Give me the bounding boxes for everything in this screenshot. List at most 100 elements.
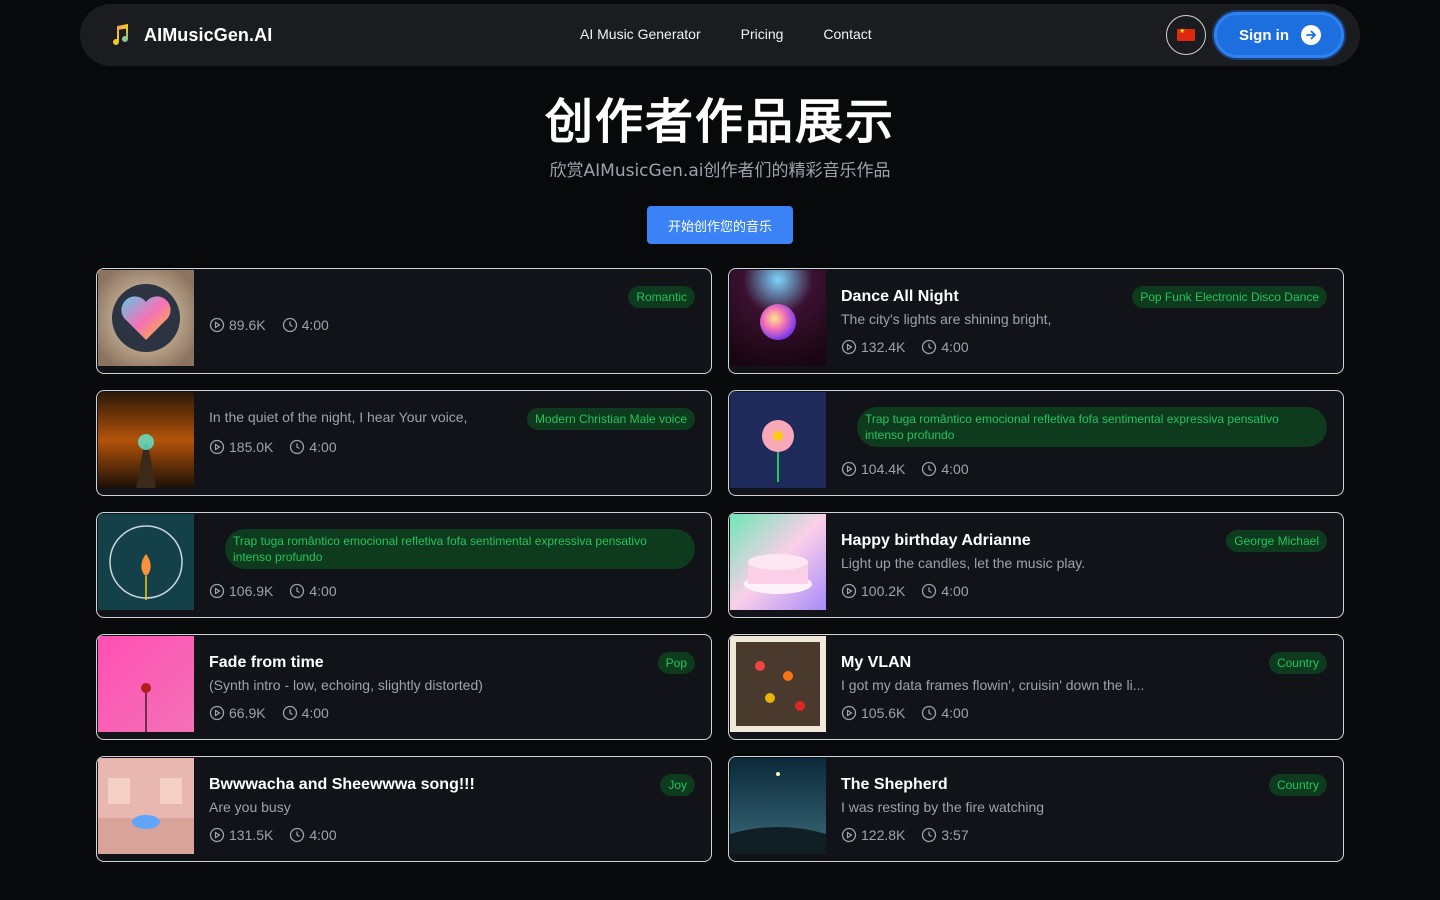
song-lyrics: Are you busy [209, 799, 291, 815]
song-card[interactable]: Dance All Night The city's lights are sh… [728, 268, 1344, 374]
clock-icon [282, 317, 297, 333]
start-creating-button[interactable]: 开始创作您的音乐 [647, 206, 793, 244]
song-card[interactable]: Romantic 89.6K 4:00 [96, 268, 712, 374]
song-title: Fade from time [209, 654, 324, 671]
arrow-right-icon [1301, 25, 1321, 45]
duration: 4:00 [941, 461, 969, 477]
page-subtitle: 欣赏AIMusicGen.ai创作者们的精彩音乐作品 [549, 161, 891, 181]
music-note-icon [113, 24, 129, 46]
play-count-icon [841, 461, 857, 477]
genre-tag: Joy [660, 774, 695, 796]
genre-tag: George Michael [1226, 530, 1327, 552]
showcase-grid: Romantic 89.6K 4:00 Dance All Night The … [96, 268, 1344, 862]
duration: 4:00 [309, 583, 337, 599]
song-card[interactable]: Fade from time (Synth intro - low, echoi… [96, 634, 712, 740]
play-count: 100.2K [861, 583, 906, 599]
song-title: The Shepherd [841, 776, 948, 793]
cover-art-image [730, 636, 826, 732]
card-body: Happy birthday Adrianne Light up the can… [841, 513, 1327, 617]
duration: 4:00 [941, 339, 969, 355]
language-switch-button[interactable] [1166, 15, 1206, 55]
song-title: Bwwwacha and Sheewwwa song!!! [209, 776, 475, 793]
song-title: Dance All Night [841, 288, 959, 305]
genre-tag: Trap tuga romântico emocional refletiva … [857, 407, 1327, 447]
play-count: 89.6K [229, 317, 266, 333]
duration: 4:00 [301, 317, 329, 333]
brand-logo-link[interactable]: AIMusicGen.AI [108, 23, 272, 47]
card-body: Bwwwacha and Sheewwwa song!!! Are you bu… [209, 757, 695, 861]
card-stats: 89.6K 4:00 [209, 317, 329, 333]
china-flag-icon [1177, 27, 1195, 41]
cover-art-image [730, 758, 826, 854]
clock-icon [282, 705, 297, 721]
cover-art-image [98, 392, 194, 488]
play-count-icon [209, 439, 225, 455]
genre-tag: Trap tuga romântico emocional refletiva … [225, 529, 695, 569]
song-title: Happy birthday Adrianne [841, 532, 1031, 549]
play-count-icon [209, 705, 225, 721]
clock-icon [290, 439, 305, 455]
clock-icon [922, 827, 937, 843]
page-title: 创作者作品展示 [544, 94, 895, 150]
song-title: My VLAN [841, 654, 912, 671]
card-body: Fade from time (Synth intro - low, echoi… [209, 635, 695, 739]
card-stats: 132.4K 4:00 [841, 339, 969, 355]
card-stats: 104.4K 4:00 [841, 461, 969, 477]
song-card[interactable]: My VLAN I got my data frames flowin', cr… [728, 634, 1344, 740]
card-stats: 131.5K 4:00 [209, 827, 337, 843]
nav-ai-music-generator[interactable]: AI Music Generator [580, 26, 701, 42]
play-count: 132.4K [861, 339, 906, 355]
song-card[interactable]: Trap tuga romântico emocional refletiva … [728, 390, 1344, 496]
song-lyrics: The city's lights are shining bright, [841, 311, 1052, 327]
song-card[interactable]: In the quiet of the night, I hear Your v… [96, 390, 712, 496]
clock-icon [290, 583, 305, 599]
genre-tag: Country [1268, 774, 1327, 796]
song-lyrics: I was resting by the fire watching [841, 799, 1045, 815]
play-count-icon [209, 317, 225, 333]
sign-in-button[interactable]: Sign in [1214, 12, 1344, 58]
clock-icon [922, 583, 937, 599]
genre-tag: Modern Christian Male voice [526, 408, 695, 430]
card-body: Romantic 89.6K 4:00 [209, 269, 695, 373]
top-navbar: AIMusicGen.AI AI Music Generator Pricing… [80, 4, 1360, 66]
play-count: 104.4K [861, 461, 906, 477]
cover-art-image [730, 270, 826, 366]
card-stats: 106.9K 4:00 [209, 583, 337, 599]
duration: 4:00 [941, 583, 969, 599]
card-stats: 100.2K 4:00 [841, 583, 969, 599]
nav-contact[interactable]: Contact [823, 26, 871, 42]
play-count: 106.9K [229, 583, 274, 599]
play-count: 131.5K [229, 827, 274, 843]
genre-tag: Country [1268, 652, 1327, 674]
song-card[interactable]: Bwwwacha and Sheewwwa song!!! Are you bu… [96, 756, 712, 862]
song-card[interactable]: Trap tuga romântico emocional refletiva … [96, 512, 712, 618]
play-count: 122.8K [861, 827, 906, 843]
song-card[interactable]: The Shepherd I was resting by the fire w… [728, 756, 1344, 862]
song-lyrics: In the quiet of the night, I hear Your v… [209, 409, 468, 425]
play-count: 66.9K [229, 705, 266, 721]
play-count-icon [841, 827, 857, 843]
cover-art-image [98, 636, 194, 732]
cover-art-image [98, 758, 194, 854]
main-nav: AI Music Generator Pricing Contact [580, 26, 872, 42]
song-lyrics: Light up the candles, let the music play… [841, 555, 1086, 571]
card-body: Trap tuga romântico emocional refletiva … [209, 513, 695, 617]
genre-tag: Pop [657, 652, 695, 674]
sign-in-label: Sign in [1239, 26, 1289, 44]
play-count-icon [841, 339, 857, 355]
duration: 4:00 [309, 439, 337, 455]
card-stats: 122.8K 3:57 [841, 827, 969, 843]
genre-tag: Pop Funk Electronic Disco Dance [1132, 286, 1327, 308]
nav-pricing[interactable]: Pricing [741, 26, 784, 42]
clock-icon [922, 339, 937, 355]
card-body: My VLAN I got my data frames flowin', cr… [841, 635, 1327, 739]
clock-icon [922, 461, 937, 477]
song-card[interactable]: Happy birthday Adrianne Light up the can… [728, 512, 1344, 618]
card-body: The Shepherd I was resting by the fire w… [841, 757, 1327, 861]
card-stats: 185.0K 4:00 [209, 439, 337, 455]
play-count: 105.6K [861, 705, 906, 721]
cover-art-image [730, 514, 826, 610]
duration: 4:00 [309, 827, 337, 843]
card-body: In the quiet of the night, I hear Your v… [209, 391, 695, 495]
cover-art-image [730, 392, 826, 488]
